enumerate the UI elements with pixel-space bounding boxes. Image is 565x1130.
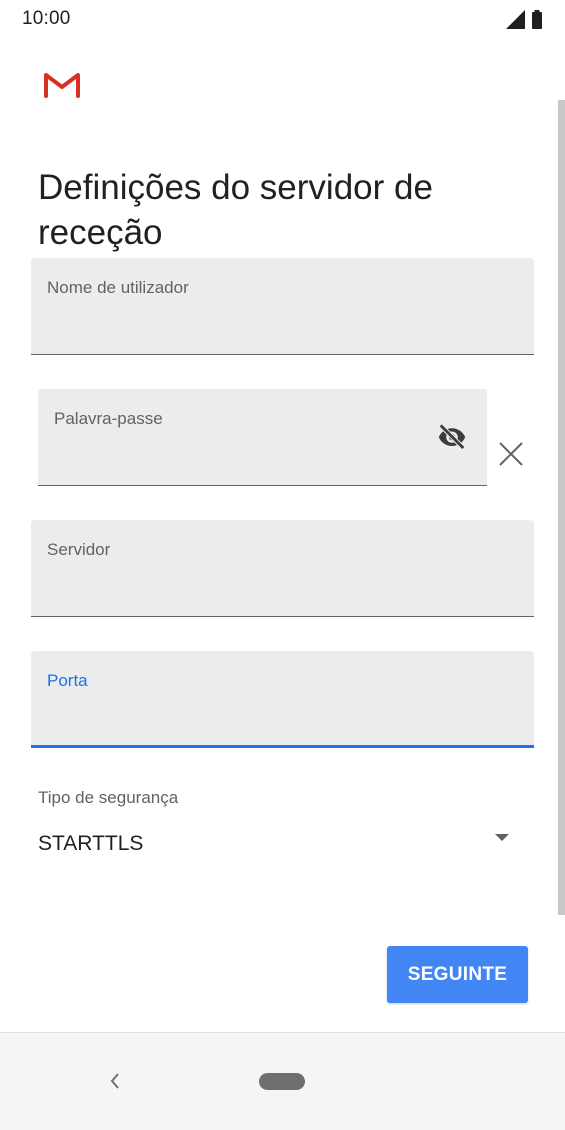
- scrollbar[interactable]: [558, 100, 565, 915]
- username-label: Nome de utilizador: [47, 278, 189, 297]
- password-input[interactable]: [54, 449, 417, 475]
- gmail-logo: [44, 72, 80, 103]
- status-time: 10:00: [22, 8, 71, 29]
- home-icon[interactable]: [259, 1073, 305, 1090]
- username-input[interactable]: [47, 318, 518, 344]
- security-type-select[interactable]: STARTTLS: [38, 826, 528, 866]
- status-icons: [506, 10, 543, 29]
- server-field[interactable]: Servidor: [31, 520, 534, 617]
- page-title: Definições do servidor de receção: [38, 168, 433, 253]
- signal-icon: [506, 10, 525, 29]
- port-input[interactable]: [47, 709, 518, 735]
- eye-off-icon[interactable]: [435, 419, 469, 458]
- battery-icon: [531, 10, 543, 29]
- next-button[interactable]: SEGUINTE: [387, 946, 528, 1003]
- navigation-bar: [0, 1032, 565, 1130]
- password-label: Palavra-passe: [54, 409, 163, 428]
- server-input[interactable]: [47, 580, 518, 606]
- close-icon[interactable]: [497, 440, 525, 473]
- password-field[interactable]: Palavra-passe: [38, 389, 487, 486]
- server-label: Servidor: [47, 540, 111, 559]
- port-field[interactable]: Porta: [31, 651, 534, 748]
- back-icon[interactable]: [108, 1071, 122, 1096]
- port-label: Porta: [47, 671, 88, 690]
- screen: 10:00 Definições do servidor de receção …: [0, 0, 565, 1130]
- dropdown-arrow-icon[interactable]: [494, 830, 510, 848]
- username-field[interactable]: Nome de utilizador: [31, 258, 534, 355]
- security-type-label: Tipo de segurança: [38, 788, 179, 807]
- security-type-value: STARTTLS: [38, 832, 144, 855]
